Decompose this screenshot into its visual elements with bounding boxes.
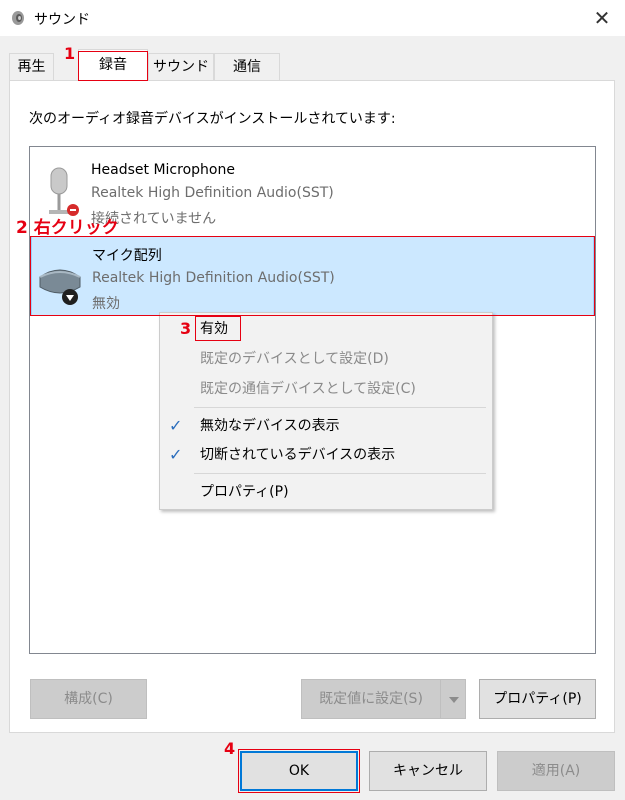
microphone-array-icon	[39, 269, 81, 305]
annotation-step-1: 1	[64, 44, 76, 63]
menu-separator	[194, 407, 486, 408]
tab-recording[interactable]: 録音	[78, 49, 148, 81]
window-title: サウンド	[34, 12, 90, 28]
menu-separator	[194, 473, 486, 474]
menu-item-set-default-comm-device: 既定の通信デバイスとして設定(C)	[200, 381, 416, 397]
properties-button[interactable]: プロパティ(P)	[479, 679, 596, 719]
title-bar: サウンド ✕	[0, 0, 625, 36]
annotation-step-4: 4	[224, 739, 236, 758]
device-name: Headset Microphone	[91, 162, 235, 178]
tab-playback[interactable]: 再生	[9, 53, 54, 80]
device-driver: Realtek High Definition Audio(SST)	[92, 270, 335, 286]
configure-button[interactable]: 構成(C)	[30, 679, 147, 719]
context-menu: 有効 既定のデバイスとして設定(D) 既定の通信デバイスとして設定(C) ✓ 無…	[159, 312, 493, 510]
set-default-dropdown[interactable]	[440, 679, 466, 719]
device-list-description: 次のオーディオ録音デバイスがインストールされています:	[29, 111, 396, 127]
device-driver: Realtek High Definition Audio(SST)	[91, 185, 334, 201]
cancel-button[interactable]: キャンセル	[369, 751, 487, 791]
tab-sounds[interactable]: サウンド	[148, 53, 214, 80]
menu-item-show-disconnected[interactable]: ✓ 切断されているデバイスの表示	[160, 441, 492, 469]
close-button[interactable]: ✕	[590, 6, 614, 30]
annotation-step-2: 2 右クリック	[16, 218, 119, 238]
checkmark-icon: ✓	[169, 445, 183, 464]
checkmark-icon: ✓	[169, 416, 183, 435]
tab-communications[interactable]: 通信	[214, 53, 280, 80]
annotation-step-3: 3	[180, 319, 192, 338]
menu-item-show-disabled[interactable]: ✓ 無効なデバイスの表示	[160, 412, 492, 440]
microphone-icon	[49, 167, 79, 216]
speaker-icon	[12, 11, 24, 25]
chevron-down-icon	[449, 697, 459, 703]
ok-button[interactable]: OK	[240, 751, 358, 791]
device-item-mic-array[interactable]: マイク配列 Realtek High Definition Audio(SST)…	[31, 236, 594, 316]
menu-item-properties[interactable]: プロパティ(P)	[160, 478, 492, 506]
menu-item-set-default-device: 既定のデバイスとして設定(D)	[200, 351, 389, 367]
apply-button[interactable]: 適用(A)	[497, 751, 615, 791]
device-status: 無効	[92, 296, 120, 312]
set-default-button[interactable]: 既定値に設定(S)	[301, 679, 440, 719]
device-name: マイク配列	[92, 248, 162, 264]
menu-item-enable[interactable]: 有効	[160, 315, 492, 343]
